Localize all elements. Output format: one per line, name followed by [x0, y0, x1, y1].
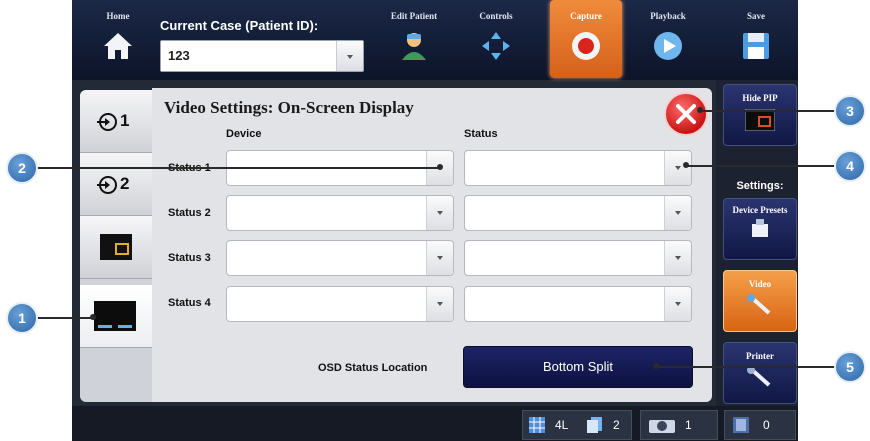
callout-line [700, 110, 836, 112]
callout-dot [90, 314, 96, 320]
camera-icon [649, 420, 675, 433]
save-button[interactable]: Save [720, 0, 792, 78]
playback-label: Playback [650, 11, 686, 21]
callout-1: 1 [6, 302, 38, 334]
save-label: Save [747, 11, 765, 21]
chevron-down-icon[interactable] [664, 196, 691, 230]
wrench-icon [747, 366, 771, 387]
input-arrow-icon [97, 176, 117, 194]
photo-count-status: 1 [640, 410, 718, 440]
input-arrow-icon [97, 113, 117, 131]
callout-4: 4 [834, 150, 866, 182]
callout-dot [437, 164, 443, 170]
capture-label: Capture [570, 11, 602, 21]
pages-icon [587, 417, 602, 433]
video-count: 0 [763, 418, 770, 432]
patient-icon [402, 33, 426, 60]
status-2-device-select[interactable] [226, 195, 454, 231]
chevron-down-icon[interactable] [426, 287, 453, 321]
status-row-label: Status 2 [168, 207, 211, 219]
status-4-status-select[interactable] [464, 286, 692, 322]
chevron-down-icon[interactable] [664, 241, 691, 275]
hide-pip-label: Hide PIP [742, 93, 778, 103]
tab-input-2-label: 2 [120, 174, 130, 193]
pip-icon [744, 108, 776, 132]
callout-line [686, 165, 836, 167]
arrows-icon [482, 32, 510, 60]
wrench-icon [747, 294, 771, 315]
video-label: Video [748, 279, 772, 289]
chevron-down-icon [347, 55, 353, 59]
status-1-status-select[interactable] [464, 150, 692, 186]
case-id-value: 123 [168, 48, 190, 63]
callout-dot [697, 107, 703, 113]
printer-settings-button[interactable]: Printer [723, 342, 797, 404]
settings-heading: Settings: [736, 180, 784, 192]
record-icon [572, 32, 600, 60]
callout-line [36, 167, 440, 169]
close-button[interactable] [664, 92, 708, 136]
status-2-status-select[interactable] [464, 195, 692, 231]
chevron-down-icon[interactable] [664, 287, 691, 321]
tab-pip[interactable] [80, 216, 152, 279]
play-icon [654, 32, 682, 60]
edit-patient-button[interactable]: Edit Patient [378, 0, 450, 78]
capture-button[interactable]: Capture [550, 0, 622, 78]
callout-line [656, 366, 836, 368]
pages-value: 2 [613, 418, 620, 432]
photo-count: 1 [685, 418, 692, 432]
chevron-down-icon[interactable] [426, 241, 453, 275]
presets-icon [752, 219, 768, 237]
case-label: Current Case (Patient ID): [160, 18, 319, 33]
status-4-device-select[interactable] [226, 286, 454, 322]
controls-label: Controls [479, 11, 513, 21]
tab-input-1[interactable]: 1 [80, 90, 152, 153]
status-3-device-select[interactable] [226, 240, 454, 276]
chevron-down-icon[interactable] [664, 151, 691, 185]
status-row-label: Status 3 [168, 252, 211, 264]
case-dropdown-button[interactable] [336, 41, 363, 71]
osd-display-icon [94, 301, 136, 331]
controls-button[interactable]: Controls [460, 0, 532, 78]
hide-pip-button[interactable]: Hide PIP [723, 84, 797, 146]
page-title: Video Settings: On-Screen Display [164, 98, 414, 117]
video-count-status: 0 [724, 410, 796, 440]
device-column-header: Device [226, 128, 262, 140]
device-presets-button[interactable]: Device Presets [723, 198, 797, 260]
layout-pages-status: 4L 2 [522, 410, 632, 440]
home-label: Home [106, 11, 130, 21]
callout-5: 5 [834, 351, 866, 383]
playback-button[interactable]: Playback [632, 0, 704, 78]
layout-value: 4L [555, 418, 569, 432]
video-settings-button[interactable]: Video [723, 270, 797, 332]
tab-input-2[interactable]: 2 [80, 153, 152, 216]
callout-2: 2 [6, 152, 38, 184]
tab-input-1-label: 1 [120, 111, 130, 130]
chevron-down-icon[interactable] [426, 196, 453, 230]
close-icon [676, 104, 696, 124]
callout-dot [683, 162, 689, 168]
status-column-header: Status [464, 128, 498, 140]
printer-label: Printer [746, 351, 774, 361]
grid-icon [529, 417, 545, 433]
status-3-status-select[interactable] [464, 240, 692, 276]
floppy-disk-icon [743, 33, 769, 59]
case-id-select[interactable] [160, 40, 364, 72]
callout-3: 3 [834, 95, 866, 127]
pip-icon [100, 234, 132, 260]
callout-dot [653, 363, 659, 369]
film-icon [733, 417, 749, 433]
device-presets-label: Device Presets [732, 205, 788, 215]
callout-line [36, 317, 92, 319]
osd-location-label: OSD Status Location [318, 362, 428, 374]
edit-patient-label: Edit Patient [390, 11, 438, 21]
home-icon [104, 33, 132, 59]
home-button[interactable]: Home [82, 0, 154, 78]
status-row-label: Status 4 [168, 297, 211, 309]
